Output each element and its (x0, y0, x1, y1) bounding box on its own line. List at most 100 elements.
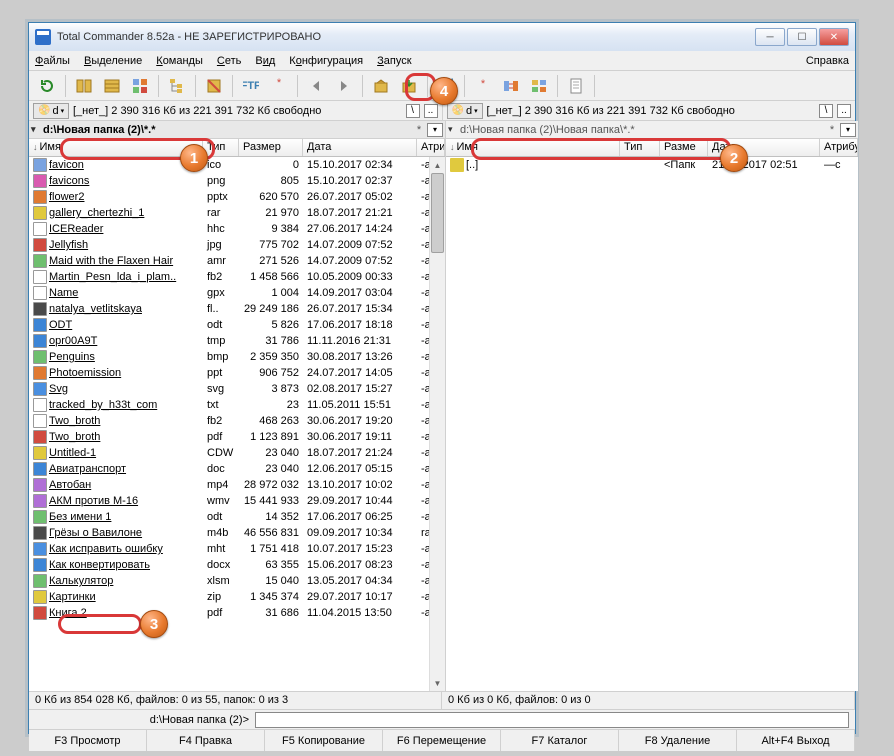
file-icon (33, 350, 47, 364)
list-item[interactable]: opr00A9Ttmp31 78611.11.2016 21:31-a-« (29, 333, 445, 349)
right-file-list[interactable]: [..] <Папк 21.10.2017 02:51 —c (446, 157, 858, 691)
up-button-left[interactable]: .. (424, 104, 438, 118)
scrollbar[interactable]: ▲ ▼ (429, 157, 445, 691)
fkey-button[interactable]: F7 Каталог (501, 730, 619, 751)
col-ext-r[interactable]: Тип (620, 139, 660, 156)
root-button-right[interactable]: \ (819, 104, 833, 118)
new-conn-button[interactable]: * (267, 74, 291, 98)
back-button[interactable] (304, 74, 328, 98)
fav-right-icon[interactable]: * (824, 124, 840, 136)
col-date-r[interactable]: Дата (708, 139, 820, 156)
list-item[interactable]: Penguinsbmp2 359 35030.08.2017 13:26-a-« (29, 349, 445, 365)
list-item[interactable]: Photoemissionppt906 75224.07.2017 14:05-… (29, 365, 445, 381)
search-button[interactable] (527, 74, 551, 98)
cmd-path: d:\Новая папка (2)> (35, 714, 255, 726)
reload-button[interactable] (35, 74, 59, 98)
menu-config[interactable]: Конфигурация (289, 55, 363, 67)
minimize-button[interactable]: ─ (755, 28, 785, 46)
list-item[interactable]: Как конвертироватьdocx63 35515.06.2017 0… (29, 557, 445, 573)
ftp-button[interactable]: FTP (239, 74, 263, 98)
file-icon (33, 414, 47, 428)
list-item[interactable]: ICEReaderhhc9 38427.06.2017 14:24-a-« (29, 221, 445, 237)
col-size-r[interactable]: Разме (660, 139, 708, 156)
list-item[interactable]: tracked_by_h33t_comtxt2311.05.2011 15:51… (29, 397, 445, 413)
col-name[interactable]: Имя (29, 139, 203, 156)
col-attr-r[interactable]: Атрибу (820, 139, 858, 156)
drive-info-left: [_нет_] 2 390 316 Кб из 221 391 732 Кб с… (73, 105, 402, 117)
function-keys: F3 ПросмотрF4 ПравкаF5 КопированиеF6 Пер… (29, 729, 855, 751)
invert-sel-button[interactable] (202, 74, 226, 98)
list-item[interactable]: natalya_vetlitskayafl..29 249 18626.07.2… (29, 301, 445, 317)
list-item[interactable]: АКМ против М-16wmv15 441 93329.09.2017 1… (29, 493, 445, 509)
tree-button[interactable] (165, 74, 189, 98)
fkey-button[interactable]: F4 Правка (147, 730, 265, 751)
fkey-button[interactable]: F5 Копирование (265, 730, 383, 751)
list-item[interactable]: Two_brothfb2468 26330.06.2017 19:20-a-« (29, 413, 445, 429)
list-item[interactable]: Книга 2pdf31 68611.04.2015 13:50-a-« (29, 605, 445, 621)
drive-select-right[interactable]: 📀d▾ (447, 103, 483, 119)
scroll-up-icon[interactable]: ▲ (430, 157, 445, 173)
history-right-icon[interactable]: ▾ (840, 123, 856, 137)
root-button-left[interactable]: \ (406, 104, 420, 118)
list-item[interactable]: Svgsvg3 87302.08.2017 15:27-a-« (29, 381, 445, 397)
maximize-button[interactable]: ☐ (787, 28, 817, 46)
list-item[interactable]: Maid with the Flaxen Hairamr271 52614.07… (29, 253, 445, 269)
sync-button[interactable] (499, 74, 523, 98)
list-item[interactable]: Two_brothpdf1 123 89130.06.2017 19:11-a-… (29, 429, 445, 445)
brief-view-button[interactable] (72, 74, 96, 98)
menu-view[interactable]: Вид (255, 55, 275, 67)
list-item[interactable]: Картинкиzip1 345 37429.07.2017 10:17-a-« (29, 589, 445, 605)
drive-select-left[interactable]: 📀d▾ (33, 103, 69, 119)
thumbs-view-button[interactable] (128, 74, 152, 98)
command-line: d:\Новая папка (2)> (29, 709, 855, 729)
scroll-down-icon[interactable]: ▼ (430, 675, 445, 691)
menu-commands[interactable]: Команды (156, 55, 203, 67)
col-attr[interactable]: Атрибу (417, 139, 445, 156)
list-item[interactable]: Как исправить ошибкуmht1 751 41810.07.20… (29, 541, 445, 557)
list-item[interactable]: Martin_Pesn_lda_i_plam..fb21 458 56610.0… (29, 269, 445, 285)
col-size[interactable]: Размер (239, 139, 303, 156)
unpack-button[interactable] (397, 74, 421, 98)
fkey-button[interactable]: Alt+F4 Выход (737, 730, 855, 751)
scroll-thumb[interactable] (431, 173, 444, 253)
right-path[interactable]: d:\Новая папка (2)\Новая папка\*.* (446, 124, 824, 136)
file-icon (33, 526, 47, 540)
ftp-url-button[interactable]: URL (434, 74, 458, 98)
multi-rename-button[interactable]: * (471, 74, 495, 98)
list-item[interactable]: Jellyfishjpg775 70214.07.2009 07:52-a-« (29, 237, 445, 253)
menu-help[interactable]: Справка (806, 55, 849, 67)
list-item[interactable]: Грёзы о Вавилонеm4b46 556 83109.09.2017 … (29, 525, 445, 541)
fkey-button[interactable]: F8 Удаление (619, 730, 737, 751)
list-item[interactable]: gallery_chertezhi_1rar21 97018.07.2017 2… (29, 205, 445, 221)
menu-files[interactable]: Файлы (35, 55, 70, 67)
list-item[interactable]: Авиатранспортdoc23 04012.06.2017 05:15-a… (29, 461, 445, 477)
col-ext[interactable]: Тип (203, 139, 239, 156)
history-left-icon[interactable]: ▾ (427, 123, 443, 137)
list-item[interactable]: ODTodt5 82617.06.2017 18:18-a-« (29, 317, 445, 333)
col-name-r[interactable]: Имя (446, 139, 620, 156)
list-item[interactable]: Untitled-1CDW23 04018.07.2017 21:24-a-« (29, 445, 445, 461)
pack-button[interactable] (369, 74, 393, 98)
up-button-right[interactable]: .. (837, 104, 851, 118)
cmd-input[interactable] (255, 712, 849, 728)
fkey-button[interactable]: F3 Просмотр (29, 730, 147, 751)
menu-mark[interactable]: Выделение (84, 55, 142, 67)
left-file-list[interactable]: faviconico015.10.2017 02:34-a-«faviconsp… (29, 157, 445, 691)
fkey-button[interactable]: F6 Перемещение (383, 730, 501, 751)
menu-net[interactable]: Сеть (217, 55, 241, 67)
notepad-button[interactable] (564, 74, 588, 98)
list-item[interactable]: Калькуляторxlsm15 04013.05.2017 04:34-a-… (29, 573, 445, 589)
col-date[interactable]: Дата (303, 139, 417, 156)
list-item[interactable]: Автобанmp428 972 03213.10.2017 10:02-a-« (29, 477, 445, 493)
full-view-button[interactable] (100, 74, 124, 98)
close-button[interactable]: ✕ (819, 28, 849, 46)
list-item[interactable]: Без имени 1odt14 35217.06.2017 06:25-a-« (29, 509, 445, 525)
left-path[interactable]: d:\Новая папка (2)\*.* (29, 124, 411, 136)
list-item[interactable]: faviconico015.10.2017 02:34-a-« (29, 157, 445, 173)
list-item[interactable]: Namegpx1 00414.09.2017 03:04-a-« (29, 285, 445, 301)
menu-run[interactable]: Запуск (377, 55, 411, 67)
fav-left-icon[interactable]: * (411, 124, 427, 136)
list-item[interactable]: flower2pptx620 57026.07.2017 05:02-a-« (29, 189, 445, 205)
forward-button[interactable] (332, 74, 356, 98)
list-item[interactable]: faviconspng80515.10.2017 02:37-a-« (29, 173, 445, 189)
